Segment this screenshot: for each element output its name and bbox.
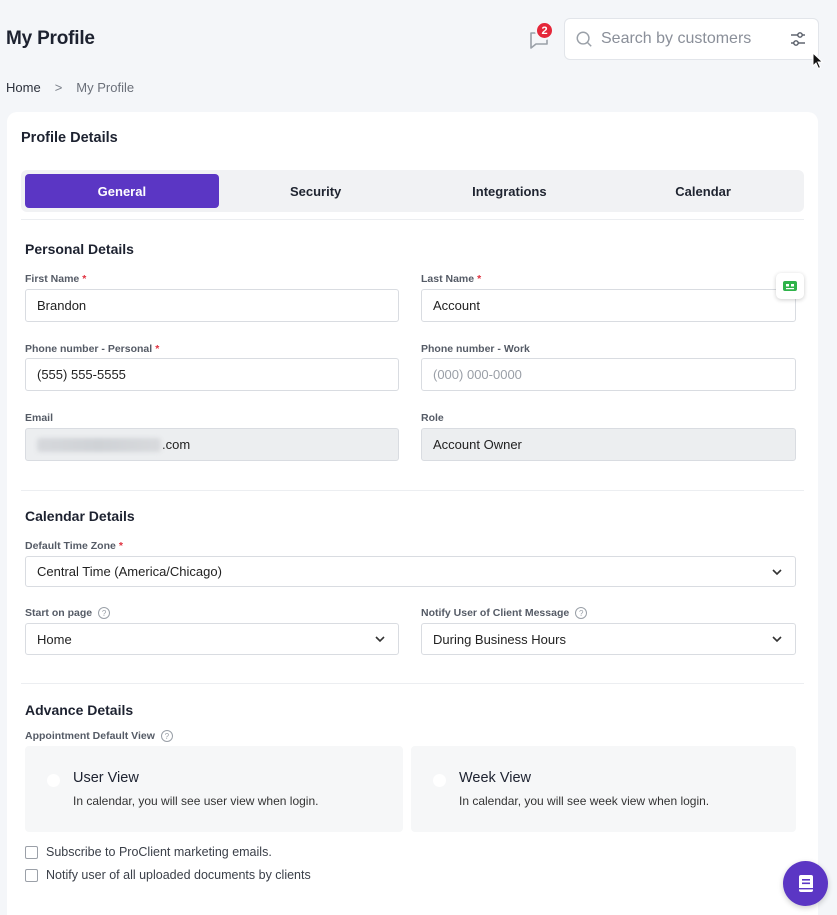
user-view-radio[interactable] (47, 774, 60, 787)
email-label-text: Email (25, 412, 54, 424)
week-view-option[interactable]: Week View In calendar, you will see week… (411, 746, 796, 832)
default-view-label-text: Appointment Default View (25, 730, 155, 742)
required-mark: * (118, 540, 123, 552)
tab-integrations[interactable]: Integrations (413, 174, 607, 208)
filter-sliders-icon[interactable] (788, 29, 808, 49)
first-name-field[interactable]: Brandon (25, 289, 399, 322)
tab-calendar[interactable]: Calendar (606, 174, 800, 208)
phone-personal-field[interactable]: (555) 555-5555 (25, 358, 399, 391)
notify-label: Notify User of Client Message? (421, 607, 588, 619)
chatbot-button[interactable] (776, 273, 804, 299)
divider (21, 219, 804, 220)
role-value: Account Owner (433, 437, 522, 452)
default-view-label: Appointment Default View? (25, 730, 173, 742)
help-icon[interactable]: ? (98, 607, 111, 619)
week-view-title: Week View (459, 770, 531, 786)
user-view-description: In calendar, you will see user view when… (73, 794, 319, 808)
robot-icon (783, 281, 797, 291)
first-name-label-text: First Name (25, 273, 80, 285)
timezone-value: Central Time (America/Chicago) (37, 564, 222, 579)
week-view-description: In calendar, you will see week view when… (459, 794, 710, 808)
search-icon (576, 31, 592, 47)
chevron-down-icon (772, 636, 782, 643)
divider (21, 683, 804, 684)
breadcrumb: Home > My Profile (6, 80, 134, 95)
chevron-down-icon (772, 568, 782, 575)
divider (21, 490, 804, 491)
advance-details-title: Advance Details (25, 702, 134, 718)
calendar-details-title: Calendar Details (25, 508, 135, 524)
notify-uploads-checkbox-label: Notify user of all uploaded documents by… (46, 868, 311, 882)
start-page-select[interactable]: Home (25, 623, 399, 655)
breadcrumb-separator: > (54, 80, 63, 95)
timezone-select[interactable]: Central Time (America/Chicago) (25, 556, 796, 587)
email-suffix: .com (162, 437, 191, 452)
help-icon[interactable]: ? (160, 730, 173, 742)
notify-label-text: Notify User of Client Message (421, 607, 570, 619)
start-page-label: Start on page? (25, 607, 111, 619)
notify-value: During Business Hours (433, 631, 566, 647)
mouse-cursor-icon (812, 52, 824, 70)
chevron-down-icon (375, 636, 385, 643)
first-name-value: Brandon (37, 298, 87, 313)
phone-personal-label-text: Phone number - Personal (25, 343, 153, 355)
book-icon (798, 874, 813, 892)
last-name-label: Last Name * (421, 273, 481, 285)
first-name-label: First Name * (25, 273, 86, 285)
tab-bar: General Security Integrations Calendar (21, 170, 804, 212)
page-title: My Profile (6, 28, 95, 49)
notify-select[interactable]: During Business Hours (421, 623, 796, 655)
last-name-label-text: Last Name (421, 273, 475, 285)
phone-work-label-text: Phone number - Work (421, 343, 530, 355)
breadcrumb-current: My Profile (76, 80, 135, 95)
notifications-button[interactable]: 2 (527, 21, 554, 52)
notify-uploads-checkbox-row[interactable]: Notify user of all uploaded documents by… (25, 868, 311, 882)
start-page-label-text: Start on page (25, 607, 93, 619)
search-input[interactable] (601, 30, 781, 48)
breadcrumb-home[interactable]: Home (6, 80, 41, 95)
search-bar (564, 18, 819, 60)
phone-work-placeholder: (000) 000-0000 (433, 367, 522, 382)
start-page-value: Home (37, 631, 72, 647)
week-view-radio[interactable] (433, 774, 446, 787)
last-name-field[interactable]: Account (421, 289, 796, 322)
subscribe-checkbox[interactable] (25, 845, 38, 859)
notification-badge: 2 (535, 21, 554, 40)
redacted-email (37, 437, 161, 452)
personal-details-title: Personal Details (25, 241, 134, 257)
phone-work-label: Phone number - Work (421, 343, 530, 355)
user-view-title: User View (73, 770, 139, 786)
role-field: Account Owner (421, 428, 796, 461)
subscribe-checkbox-label: Subscribe to ProClient marketing emails. (46, 845, 272, 859)
last-name-value: Account (433, 298, 480, 313)
help-icon[interactable]: ? (575, 607, 588, 619)
notify-uploads-checkbox[interactable] (25, 868, 38, 882)
required-mark: * (82, 273, 87, 285)
phone-personal-label: Phone number - Personal * (25, 343, 159, 355)
email-field: .com (25, 428, 399, 461)
user-view-option[interactable]: User View In calendar, you will see user… (25, 746, 403, 832)
required-mark: * (477, 273, 482, 285)
phone-work-field[interactable]: (000) 000-0000 (421, 358, 796, 391)
help-docs-button[interactable] (783, 861, 828, 906)
phone-personal-value: (555) 555-5555 (37, 367, 126, 382)
tab-security[interactable]: Security (219, 174, 413, 208)
email-label: Email (25, 412, 53, 424)
timezone-label-text: Default Time Zone (25, 540, 116, 552)
tab-general[interactable]: General (25, 174, 219, 208)
card-title: Profile Details (21, 130, 118, 146)
role-label-text: Role (421, 412, 444, 424)
role-label: Role (421, 412, 444, 424)
timezone-label: Default Time Zone * (25, 540, 123, 552)
subscribe-checkbox-row[interactable]: Subscribe to ProClient marketing emails. (25, 845, 272, 859)
required-mark: * (155, 343, 160, 355)
